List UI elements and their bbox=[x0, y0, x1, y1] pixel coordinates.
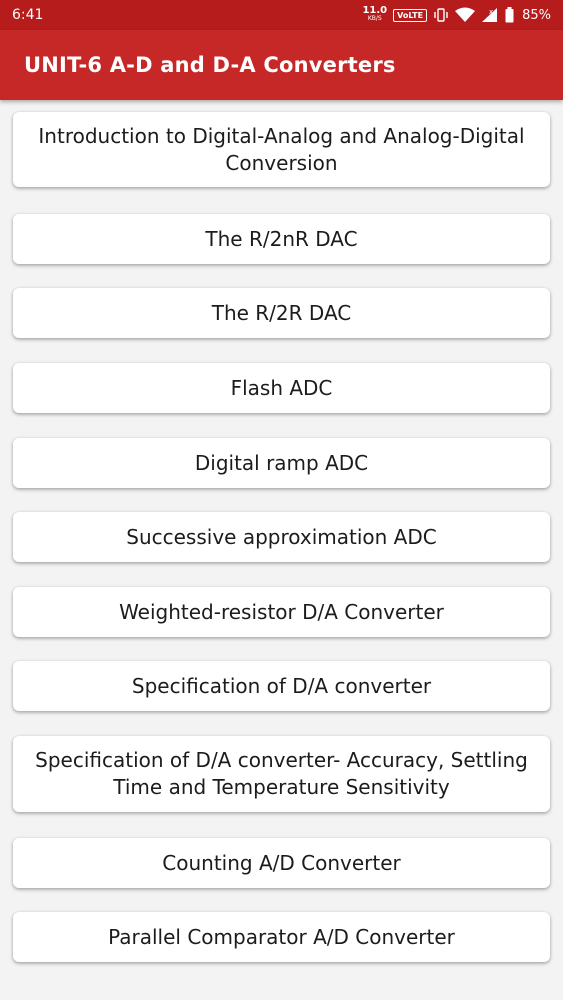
signal-icon: x bbox=[481, 7, 499, 23]
topic-label: Weighted-resistor D/A Converter bbox=[119, 599, 444, 624]
volte-badge: VoLTE bbox=[393, 8, 428, 22]
topic-label: Successive approximation ADC bbox=[126, 524, 437, 549]
topic-item[interactable]: Specification of D/A converter- Accuracy… bbox=[13, 736, 550, 812]
svg-text:x: x bbox=[489, 8, 493, 16]
topic-label: Introduction to Digital-Analog and Analo… bbox=[38, 123, 525, 175]
topic-label: Specification of D/A converter bbox=[131, 673, 432, 698]
status-icons: 11.0 KB/S VoLTE x 85% bbox=[362, 5, 551, 23]
topic-item[interactable]: The R/2nR DAC bbox=[13, 214, 550, 264]
topic-label: The R/2R DAC bbox=[211, 300, 352, 325]
network-speed-unit: KB/S bbox=[367, 15, 382, 22]
topic-item[interactable]: Flash ADC bbox=[13, 363, 550, 413]
topic-label: Specification of D/A converter- Accuracy… bbox=[35, 748, 528, 799]
topic-label: Parallel Comparator A/D Converter bbox=[108, 924, 455, 949]
topic-label: Flash ADC bbox=[230, 375, 333, 400]
page-title: UNIT-6 A-D and D-A Converters bbox=[24, 53, 396, 77]
wifi-icon bbox=[455, 7, 476, 23]
status-time: 6:41 bbox=[12, 7, 44, 23]
topic-item[interactable]: Counting A/D Converter bbox=[13, 838, 550, 888]
topic-item[interactable]: Specification of D/A converter bbox=[13, 661, 550, 711]
app-bar: UNIT-6 A-D and D-A Converters bbox=[0, 30, 563, 100]
topic-item[interactable]: Weighted-resistor D/A Converter bbox=[13, 587, 550, 637]
topic-label: Counting A/D Converter bbox=[162, 850, 401, 875]
battery-icon bbox=[505, 7, 514, 23]
topic-item[interactable]: Parallel Comparator A/D Converter bbox=[13, 912, 550, 962]
topic-item[interactable]: Digital ramp ADC bbox=[13, 438, 550, 488]
network-speed: 11.0 KB/S bbox=[362, 5, 388, 23]
network-speed-value: 11.0 bbox=[362, 5, 388, 16]
topic-item[interactable]: Successive approximation ADC bbox=[13, 512, 550, 562]
topic-item[interactable]: Introduction to Digital-Analog and Analo… bbox=[13, 112, 550, 187]
battery-percent: 85% bbox=[522, 7, 551, 23]
topic-label: Digital ramp ADC bbox=[194, 450, 369, 475]
topic-item[interactable]: The R/2R DAC bbox=[13, 288, 550, 338]
topic-label: The R/2nR DAC bbox=[205, 226, 358, 251]
vibrate-icon bbox=[433, 7, 449, 23]
status-bar: 6:41 11.0 KB/S VoLTE x 85% bbox=[0, 0, 563, 30]
